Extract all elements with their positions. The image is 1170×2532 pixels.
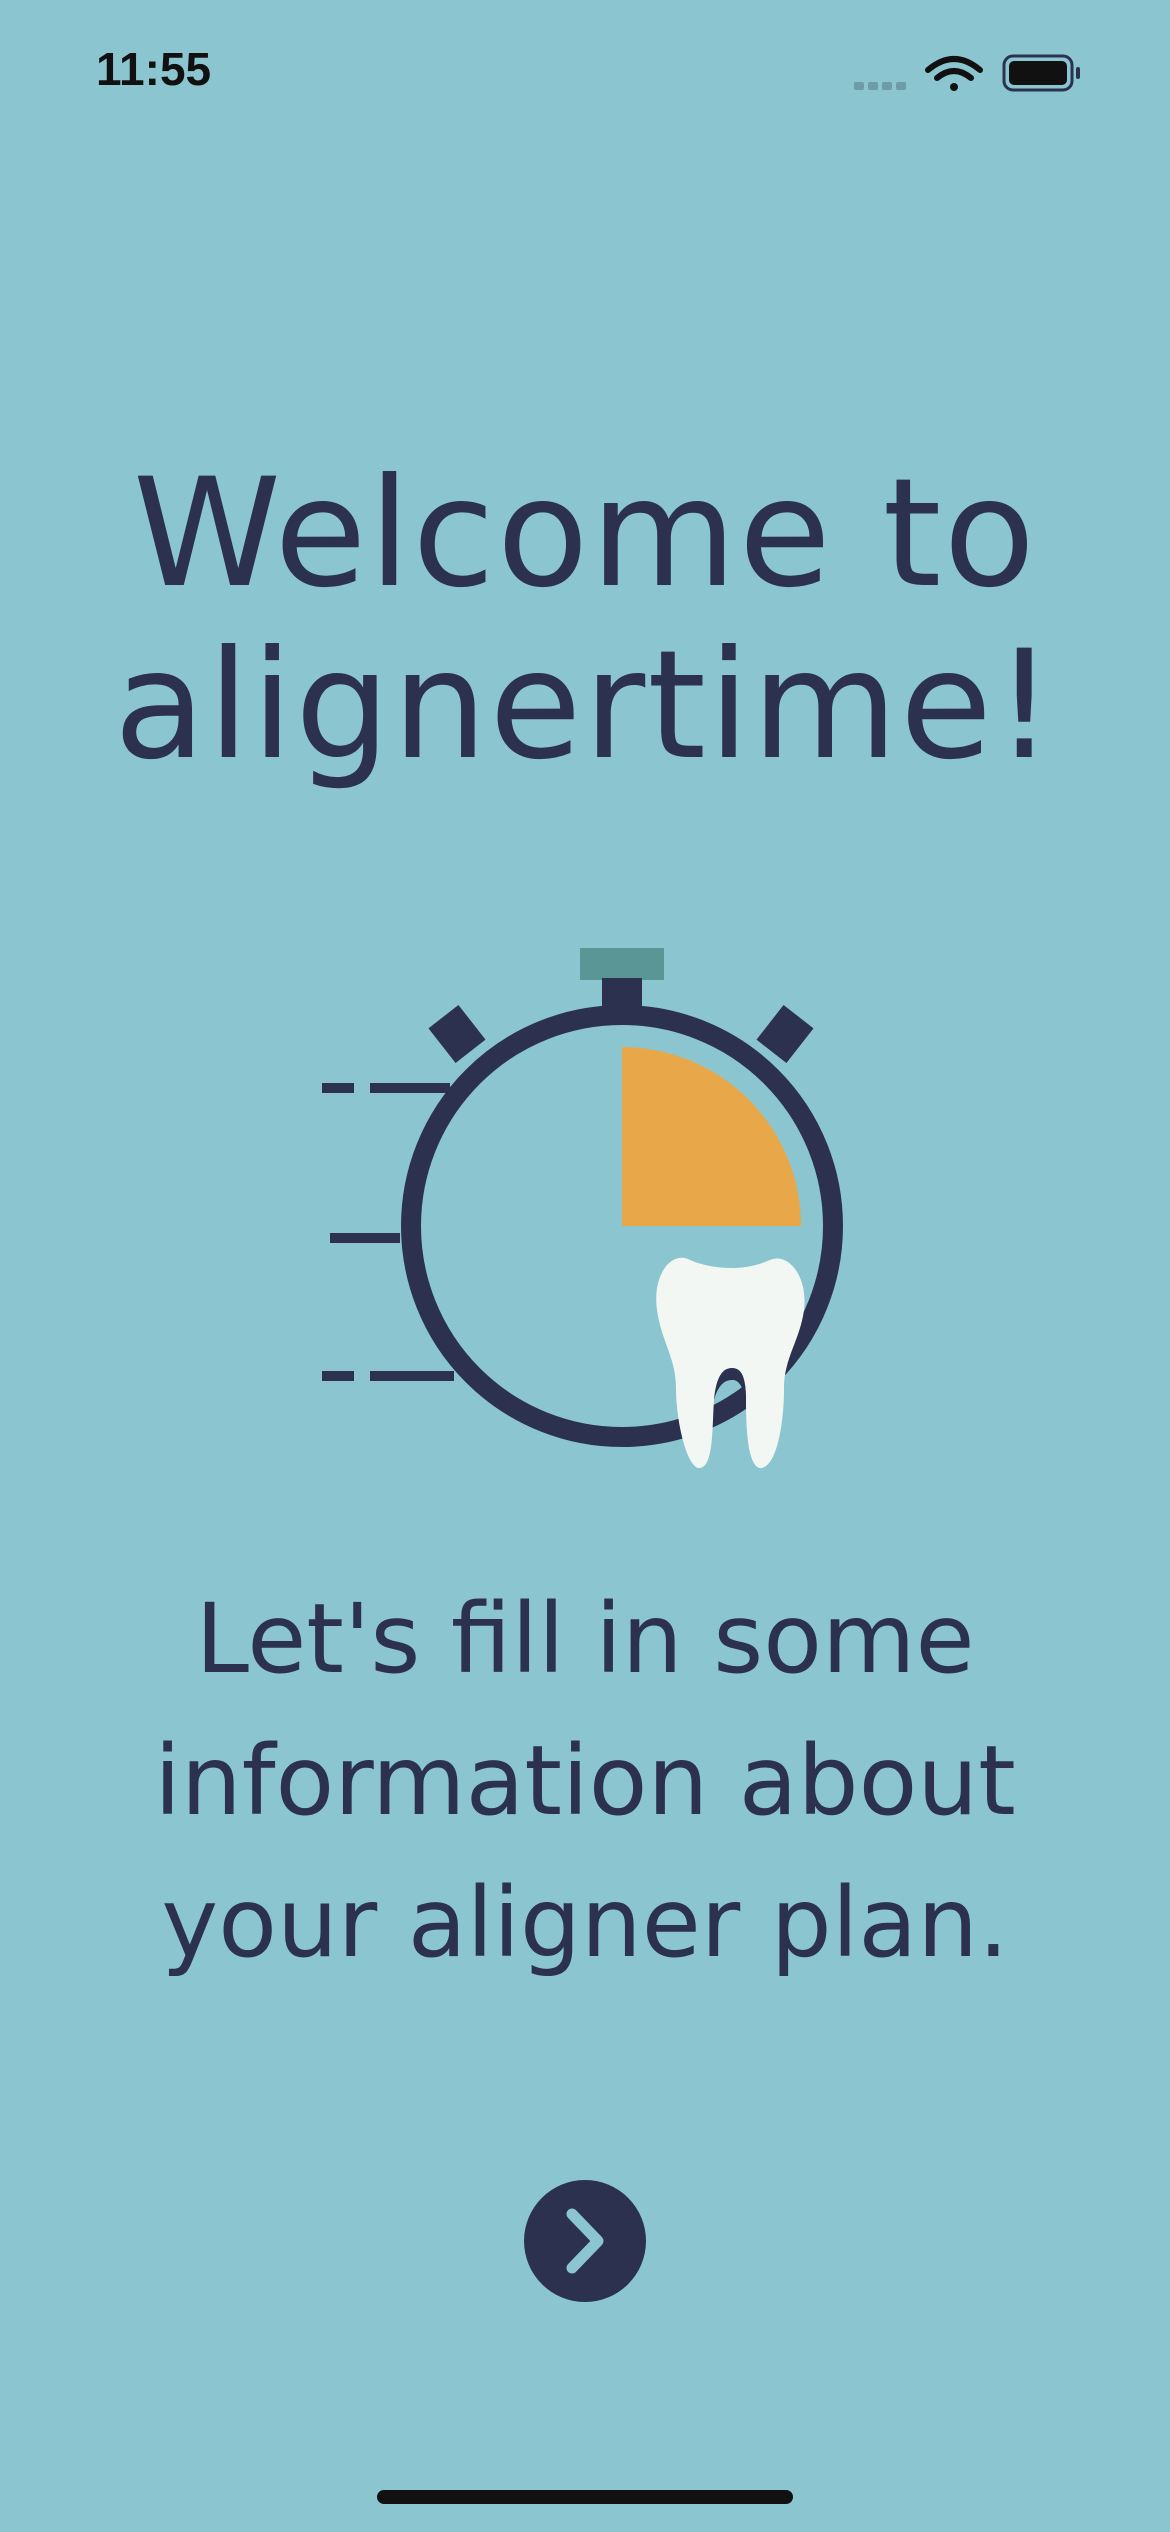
chevron-right-icon [566,2208,604,2274]
welcome-title: Welcome to alignertime! [0,448,1170,792]
stopwatch-tooth-icon [322,948,843,1469]
welcome-line-2: alignertime! [113,619,1057,793]
battery-icon [1002,54,1080,92]
next-button[interactable] [524,2180,646,2302]
intro-text: Let's fill in some information about you… [0,1568,1170,1994]
home-indicator[interactable] [377,2490,793,2504]
signal-icon [854,82,906,90]
intro-line-3: your aligner plan. [161,1867,1009,1979]
status-time: 11:55 [96,43,212,95]
intro-line-2: information about [154,1725,1016,1837]
status-icons [854,54,1080,92]
status-bar: 11:55 [0,0,1170,150]
welcome-line-1: Welcome to [132,447,1038,621]
intro-line-1: Let's fill in some [195,1583,975,1695]
wifi-icon [925,56,983,91]
stopwatch-crown [580,948,664,980]
stopwatch-stem [602,978,642,1006]
